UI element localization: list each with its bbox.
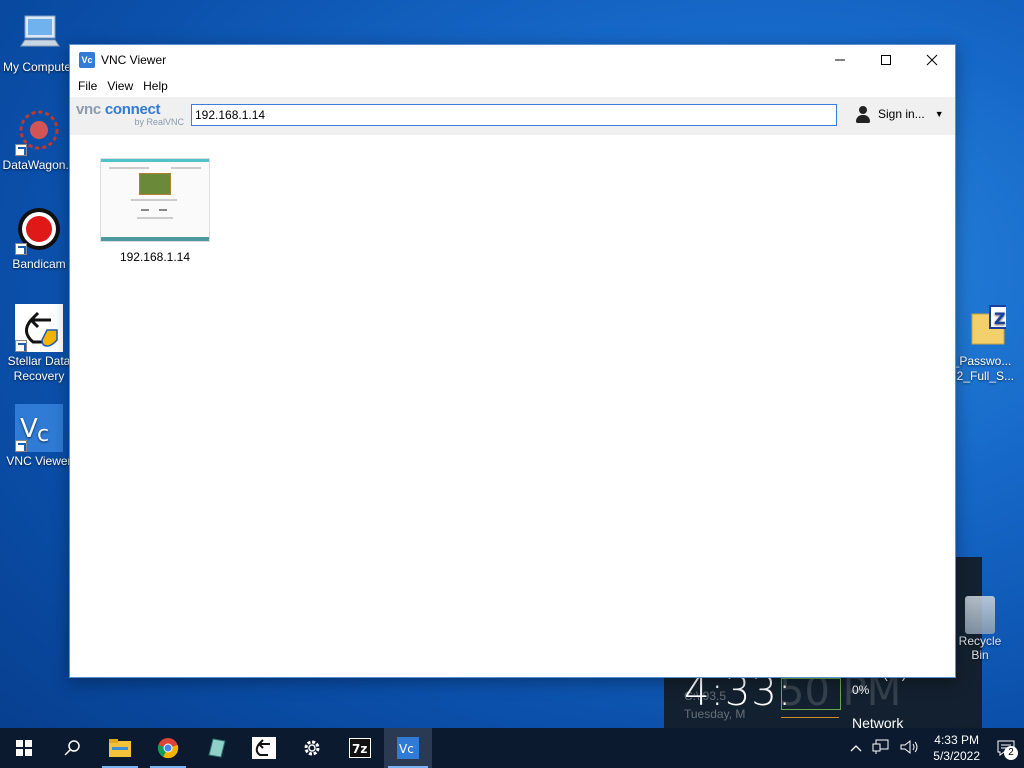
taskbar-settings[interactable] (288, 728, 336, 768)
desktop-icon-label: DataWagon... (2, 158, 76, 172)
svg-text:Z: Z (994, 309, 1006, 328)
minimize-icon (835, 59, 845, 61)
sign-in-label: Sign in... (878, 107, 925, 121)
connection-tile[interactable]: 192.168.1.14 (100, 158, 210, 264)
zip-folder-icon: Z (958, 304, 1011, 352)
desktop-icon-label: Recycle Bin (958, 634, 1002, 662)
desktop-icon-stellar[interactable]: Stellar Data Recovery (0, 304, 78, 384)
logo-main: vnc (76, 101, 101, 118)
sign-in-button[interactable]: Sign in... ▼ (854, 105, 944, 123)
bandicam-icon (15, 207, 63, 255)
desktop-icon-label: VNC Viewer (6, 454, 72, 468)
menu-bar: File View Help (70, 75, 955, 97)
desktop-icon-recycle-bin[interactable]: Recycle Bin (952, 596, 1008, 662)
shortcut-arrow-icon (15, 243, 27, 255)
title-bar[interactable]: Vc VNC Viewer (70, 45, 955, 75)
chrome-icon (157, 738, 179, 759)
user-icon (854, 105, 872, 123)
settings-icon (304, 740, 320, 756)
stellar-icon (15, 304, 63, 352)
connection-name: 192.168.1.14 (119, 250, 191, 264)
chevron-up-icon (850, 744, 862, 751)
taskbar-7zip[interactable]: 7z (336, 728, 384, 768)
vnc-connect-logo: vnc connect by RealVNC (76, 101, 188, 128)
tray-time: 4:33 PM (934, 733, 979, 747)
svg-text:Vc: Vc (399, 742, 414, 756)
computer-icon (15, 10, 63, 58)
vnc-viewer-icon: Vc (15, 404, 63, 452)
taskbar: 7z Vc 4:33 PM 5/3/2022 2 (0, 728, 1024, 768)
network-icon (872, 739, 889, 754)
desktop-icon-label: My Computer (2, 60, 76, 74)
desktop-icon-my-computer[interactable]: My Computer (0, 10, 78, 75)
desktop-icon-bandicam[interactable]: Bandicam (0, 207, 78, 272)
minimize-button[interactable] (817, 45, 863, 75)
stellar-icon (252, 737, 276, 759)
shortcut-arrow-icon (15, 340, 27, 352)
taskbar-chrome[interactable] (144, 728, 192, 768)
notification-count-badge: 2 (1004, 746, 1018, 760)
volume-icon (900, 739, 918, 754)
search-button[interactable] (48, 728, 96, 768)
maximize-button[interactable] (863, 45, 909, 75)
vnc-icon: Vc (397, 737, 419, 759)
taskbar-file-explorer[interactable] (96, 728, 144, 768)
search-icon (64, 740, 80, 756)
maximize-icon (881, 55, 891, 65)
taskbar-app[interactable] (192, 728, 240, 768)
notifications-button[interactable]: 2 (988, 728, 1024, 768)
start-button[interactable] (0, 728, 48, 768)
widget-disk-value: 0% (852, 683, 870, 697)
windows-start-icon (16, 740, 32, 756)
vnc-viewer-window: Vc VNC Viewer File View Help vnc connect… (69, 44, 956, 678)
widget-faded-date: Tuesday, M (684, 707, 746, 721)
recycle-bin-icon (965, 596, 995, 634)
close-icon (926, 54, 938, 66)
menu-help[interactable]: Help (138, 79, 173, 93)
widget-disk-graph (781, 678, 841, 710)
system-tray: 4:33 PM 5/3/2022 2 (845, 728, 1024, 768)
desktop-icon-label: Stellar Data Recovery (7, 354, 71, 383)
show-hidden-icons-button[interactable] (845, 741, 867, 756)
connection-thumbnail (100, 158, 210, 242)
taskbar-clock[interactable]: 4:33 PM 5/3/2022 (925, 732, 988, 764)
svg-text:7z: 7z (352, 742, 367, 756)
network-button[interactable] (867, 739, 895, 758)
7zip-icon: 7z (349, 738, 371, 758)
desktop-icon-datawagon[interactable]: DataWagon... (0, 108, 78, 173)
vnc-app-icon: Vc (79, 52, 95, 68)
menu-file[interactable]: File (73, 79, 102, 93)
widget-faded-line: C:\ 93.5 (684, 689, 727, 703)
address-book-area: 192.168.1.14 (70, 135, 955, 677)
taskbar-stellar[interactable] (240, 728, 288, 768)
address-input[interactable] (191, 104, 837, 126)
chevron-down-icon: ▼ (934, 109, 944, 119)
window-title: VNC Viewer (101, 53, 167, 67)
desktop-icon-vnc-viewer[interactable]: Vc VNC Viewer (0, 404, 78, 469)
datawagon-icon (15, 108, 63, 156)
menu-view[interactable]: View (102, 79, 138, 93)
tray-date: 5/3/2022 (933, 749, 980, 763)
volume-button[interactable] (895, 739, 925, 758)
file-explorer-icon (109, 739, 131, 757)
desktop-icon-label: Bandicam (12, 257, 66, 271)
close-button[interactable] (909, 45, 955, 75)
toolbar: vnc connect by RealVNC Sign in... ▼ (70, 97, 955, 136)
shortcut-arrow-icon (15, 440, 27, 452)
shortcut-arrow-icon (15, 144, 27, 156)
taskbar-vnc-viewer[interactable]: Vc (384, 728, 432, 768)
svg-text:c: c (37, 422, 49, 447)
app-icon (208, 738, 226, 758)
